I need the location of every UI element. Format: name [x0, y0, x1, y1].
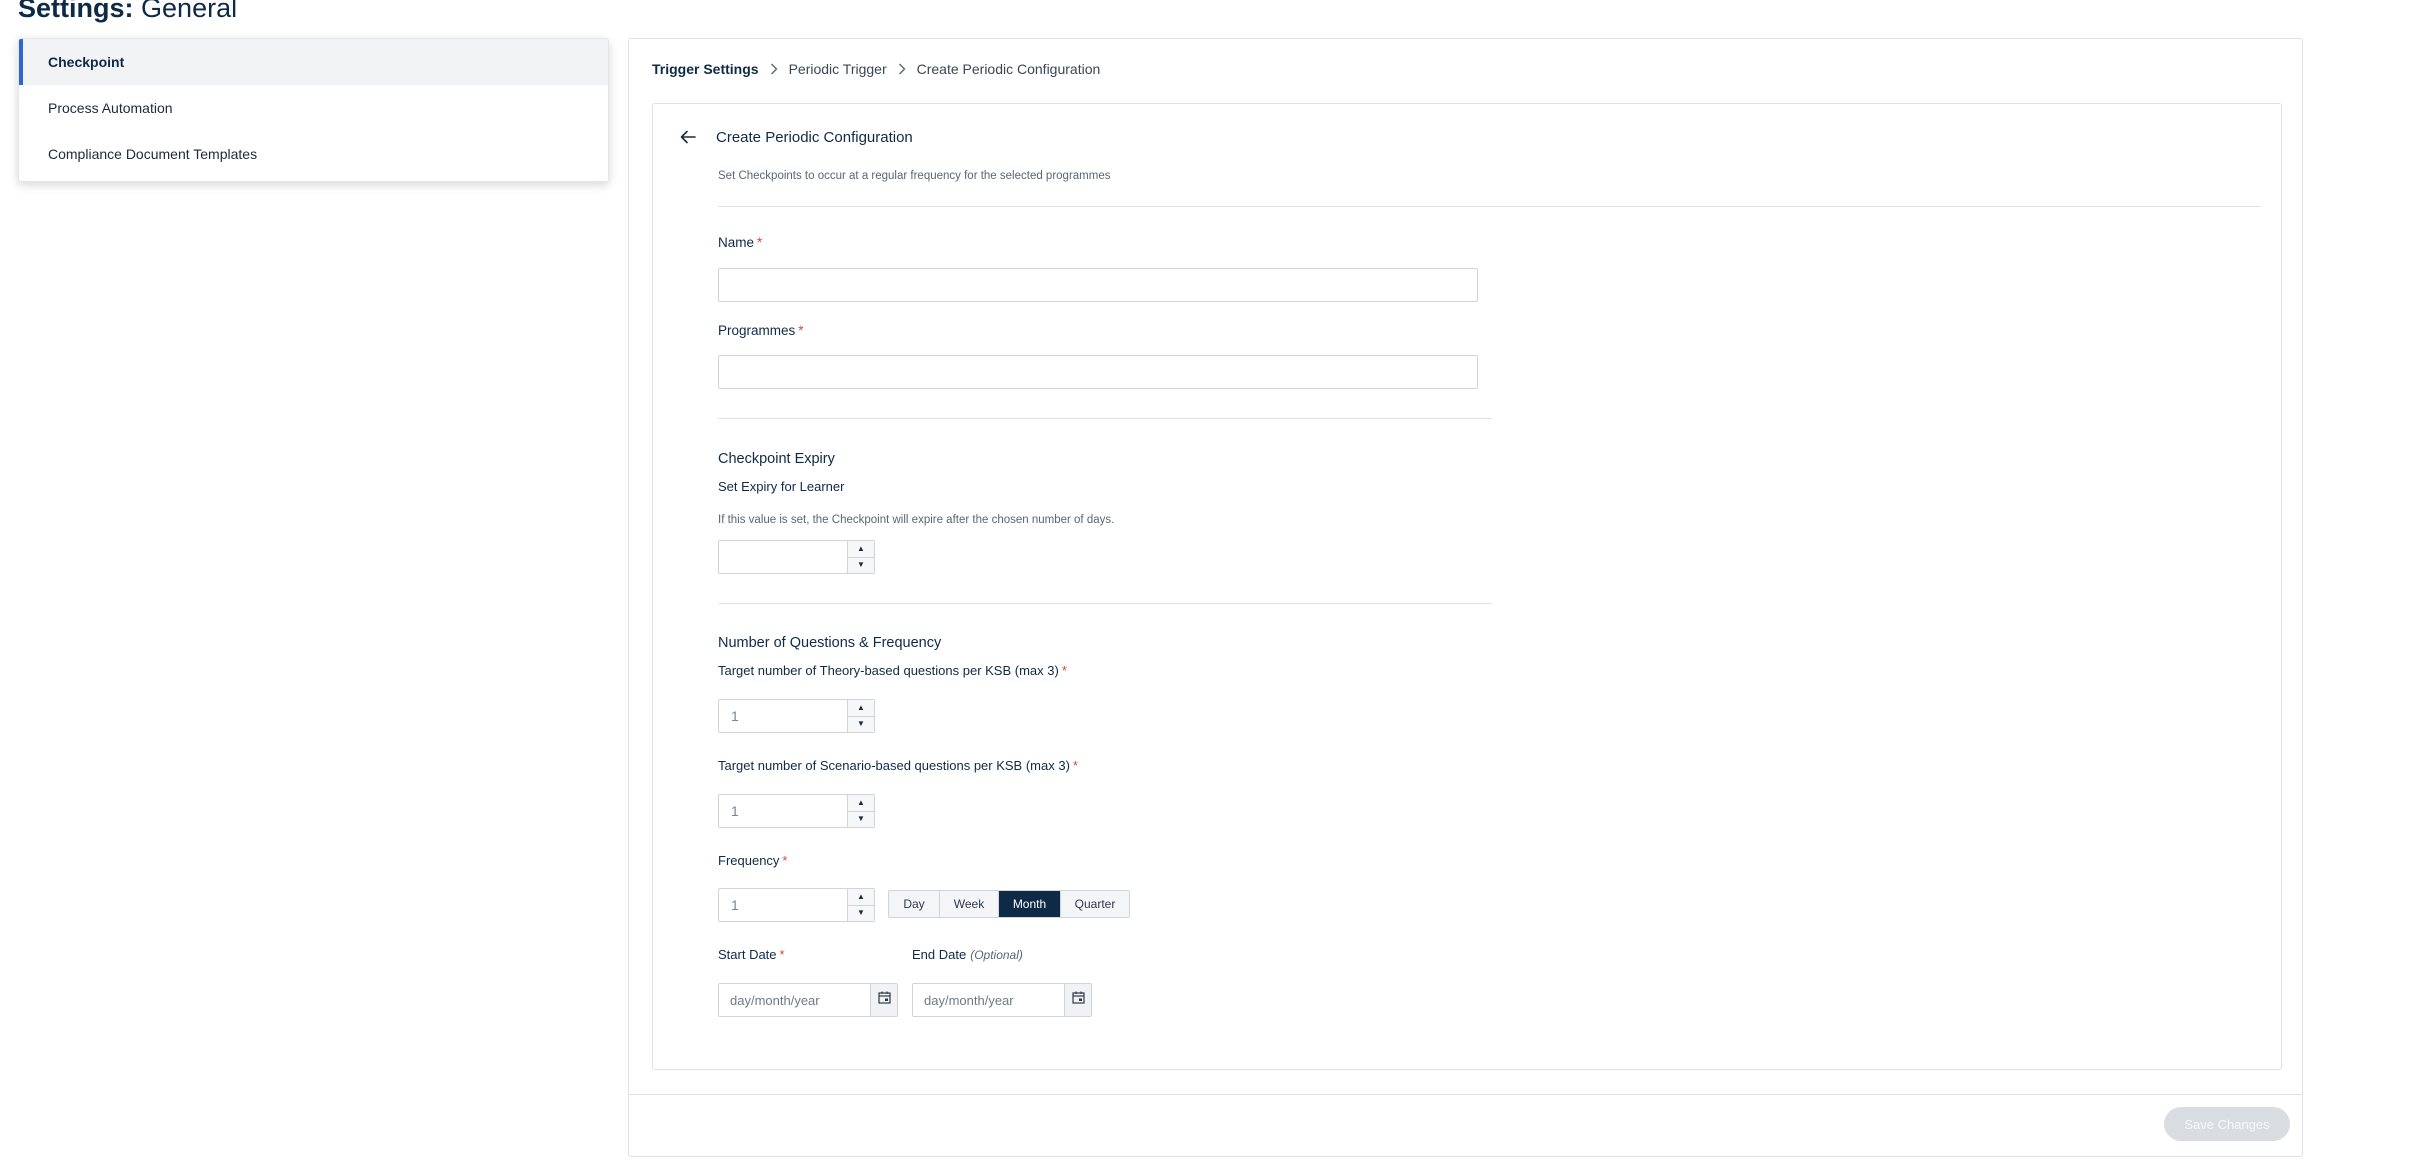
- triangle-up-icon[interactable]: ▲: [848, 795, 874, 811]
- chevron-right-icon: [898, 63, 906, 75]
- checkpoint-expiry-title: Checkpoint Expiry: [718, 451, 835, 467]
- required-mark: *: [1061, 663, 1067, 678]
- divider: [718, 206, 2261, 207]
- triangle-down-icon[interactable]: ▼: [848, 556, 874, 574]
- calendar-icon: [877, 991, 891, 1009]
- page-title-prefix: Settings:: [18, 0, 134, 23]
- frequency-value[interactable]: 1: [719, 889, 847, 921]
- expiry-days-value[interactable]: [719, 541, 847, 573]
- theory-questions-value[interactable]: 1: [719, 700, 847, 732]
- expiry-days-stepper[interactable]: ▲ ▼: [718, 540, 875, 574]
- form-description: Set Checkpoints to occur at a regular fr…: [718, 170, 1111, 182]
- triangle-up-icon[interactable]: ▲: [848, 700, 874, 716]
- main-panel: Trigger Settings Periodic Trigger Create…: [628, 38, 2303, 1157]
- programmes-select[interactable]: [718, 355, 1478, 389]
- frequency-option-day[interactable]: Day: [889, 891, 939, 917]
- programmes-label: Programmes *: [718, 323, 804, 338]
- footer-divider: [629, 1094, 2302, 1095]
- breadcrumb-trigger-settings[interactable]: Trigger Settings: [652, 61, 759, 77]
- end-date-placeholder[interactable]: day/month/year: [913, 984, 1064, 1016]
- page-title: Settings: General: [18, 0, 237, 24]
- divider: [718, 603, 1492, 604]
- required-mark: *: [757, 235, 763, 250]
- scenario-questions-label: Target number of Scenario-based question…: [718, 758, 1078, 773]
- start-date-label: Start Date *: [718, 947, 785, 962]
- start-date-placeholder[interactable]: day/month/year: [719, 984, 870, 1016]
- start-date-calendar-button[interactable]: [870, 984, 897, 1016]
- required-mark: *: [779, 947, 785, 962]
- frequency-option-month[interactable]: Month: [998, 891, 1060, 917]
- chevron-right-icon: [770, 63, 778, 75]
- expiry-helper-text: If this value is set, the Checkpoint wil…: [718, 514, 1115, 526]
- sidebar-item-label: Compliance Document Templates: [48, 146, 258, 162]
- name-input[interactable]: [718, 268, 1478, 302]
- sidebar-item-process-automation[interactable]: Process Automation: [19, 85, 608, 131]
- theory-questions-stepper[interactable]: 1 ▲ ▼: [718, 699, 875, 733]
- arrow-left-icon: [680, 130, 696, 149]
- settings-sidebar: Checkpoint Process Automation Compliance…: [18, 38, 609, 182]
- calendar-icon: [1071, 991, 1085, 1009]
- required-mark: *: [798, 323, 804, 338]
- frequency-option-quarter[interactable]: Quarter: [1060, 891, 1129, 917]
- periodic-configuration-form: Create Periodic Configuration Set Checkp…: [652, 103, 2282, 1070]
- breadcrumb: Trigger Settings Periodic Trigger Create…: [652, 61, 1100, 77]
- sidebar-item-checkpoint[interactable]: Checkpoint: [19, 39, 608, 85]
- frequency-label: Frequency *: [718, 853, 788, 868]
- page-title-section: General: [141, 0, 238, 23]
- start-date-input[interactable]: day/month/year: [718, 983, 898, 1017]
- triangle-down-icon[interactable]: ▼: [848, 715, 874, 733]
- save-changes-button[interactable]: Save Changes: [2164, 1107, 2290, 1141]
- end-date-calendar-button[interactable]: [1064, 984, 1091, 1016]
- triangle-down-icon[interactable]: ▼: [848, 904, 874, 922]
- expiry-label: Set Expiry for Learner: [718, 479, 845, 494]
- end-date-label: End Date (Optional): [912, 947, 1023, 962]
- required-mark: *: [782, 853, 788, 868]
- scenario-questions-stepper[interactable]: 1 ▲ ▼: [718, 794, 875, 828]
- questions-frequency-title: Number of Questions & Frequency: [718, 635, 942, 651]
- breadcrumb-periodic-trigger[interactable]: Periodic Trigger: [789, 61, 887, 77]
- back-button[interactable]: [675, 126, 701, 152]
- frequency-stepper[interactable]: 1 ▲ ▼: [718, 888, 875, 922]
- scenario-questions-value[interactable]: 1: [719, 795, 847, 827]
- required-mark: *: [1072, 758, 1078, 773]
- sidebar-item-compliance-document-templates[interactable]: Compliance Document Templates: [19, 131, 608, 177]
- triangle-up-icon[interactable]: ▲: [848, 541, 874, 557]
- divider: [718, 418, 1492, 419]
- form-title: Create Periodic Configuration: [716, 129, 913, 146]
- name-label: Name *: [718, 235, 763, 250]
- sidebar-item-label: Process Automation: [48, 100, 173, 116]
- sidebar-item-label: Checkpoint: [48, 54, 125, 70]
- end-date-input[interactable]: day/month/year: [912, 983, 1092, 1017]
- optional-tag: (Optional): [970, 948, 1023, 962]
- breadcrumb-create-periodic-configuration: Create Periodic Configuration: [916, 61, 1101, 77]
- triangle-down-icon[interactable]: ▼: [848, 810, 874, 828]
- theory-questions-label: Target number of Theory-based questions …: [718, 663, 1067, 678]
- frequency-option-week[interactable]: Week: [939, 891, 998, 917]
- frequency-unit-toggle: Day Week Month Quarter: [888, 890, 1130, 918]
- triangle-up-icon[interactable]: ▲: [848, 889, 874, 905]
